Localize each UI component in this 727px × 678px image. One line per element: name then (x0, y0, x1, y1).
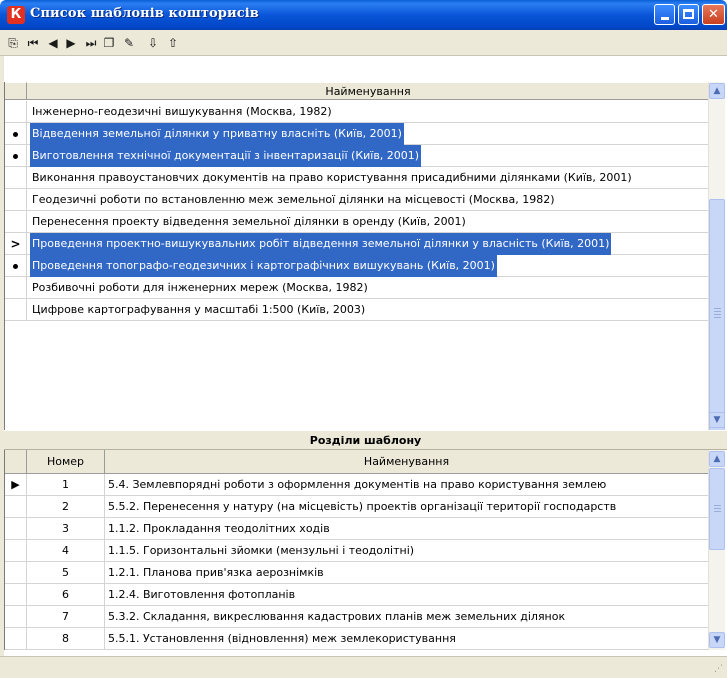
prev-record-icon[interactable]: ◀ (44, 34, 62, 52)
close-icon: ✕ (708, 7, 719, 22)
templates-vertical-scrollbar[interactable]: ▲ ▼ (708, 82, 725, 437)
section-name[interactable]: 5.4. Землевпорядні роботи з оформлення д… (105, 474, 709, 496)
section-name[interactable]: 5.5.1. Установлення (відновлення) меж зе… (105, 628, 709, 650)
template-row[interactable]: Розбивочні роботи для інженерних мереж (… (5, 277, 709, 299)
row-indicator[interactable] (5, 167, 27, 189)
template-row[interactable]: Геодезичні роботи по встановленню меж зе… (5, 189, 709, 211)
section-number[interactable]: 3 (27, 518, 105, 540)
template-name[interactable]: Цифрове картографування у масштабі 1:500… (30, 299, 367, 321)
edit-record-icon[interactable]: ✎ (120, 34, 138, 52)
row-indicator[interactable] (5, 211, 27, 233)
section-number[interactable]: 8 (27, 628, 105, 650)
template-row[interactable]: Виконання правоустановчих документів на … (5, 167, 709, 189)
template-name[interactable]: Проведення проектно-вишукувальних робіт … (30, 233, 612, 255)
sections-vertical-scrollbar[interactable]: ▲ ▼ (708, 450, 725, 650)
section-number[interactable]: 7 (27, 606, 105, 628)
resize-grip-icon[interactable]: ⋰ (713, 664, 723, 674)
last-record-icon[interactable]: ⏭ (82, 34, 100, 52)
row-indicator[interactable] (5, 277, 27, 299)
status-bar: ⋰ (0, 656, 727, 678)
section-number[interactable]: 4 (27, 540, 105, 562)
section-number[interactable]: 5 (27, 562, 105, 584)
scroll-up-icon[interactable]: ▲ (709, 83, 725, 99)
templates-grid[interactable]: Найменування Інженерно-геодезичні вишуку… (4, 82, 709, 430)
copy-record-icon[interactable]: ❐ (100, 34, 118, 52)
title-bar[interactable]: К Список шаблонів кошторисів ✕ (0, 0, 727, 30)
template-row[interactable]: > Проведення проектно-вишукувальних робіт… (5, 233, 709, 255)
section-number[interactable]: 2 (27, 496, 105, 518)
section-name[interactable]: 1.2.4. Виготовлення фотопланів (105, 584, 709, 606)
row-indicator-header (5, 450, 27, 474)
maximize-icon (683, 9, 694, 19)
row-indicator[interactable] (5, 628, 27, 650)
section-row[interactable]: 4 1.1.5. Горизонтальні зйомки (мензульні … (5, 540, 709, 562)
number-column-header[interactable]: Номер (27, 450, 105, 474)
row-indicator[interactable] (5, 299, 27, 321)
template-name[interactable]: Розбивочні роботи для інженерних мереж (… (30, 277, 370, 299)
template-row[interactable]: Цифрове картографування у масштабі 1:500… (5, 299, 709, 321)
section-row[interactable]: 3 1.1.2. Прокладання теодолітних ходів (5, 518, 709, 540)
section-name[interactable]: 1.2.1. Планова прив'язка аерознімків (105, 562, 709, 584)
section-row[interactable]: 8 5.5.1. Установлення (відновлення) меж з… (5, 628, 709, 650)
template-name[interactable]: Виконання правоустановчих документів на … (30, 167, 634, 189)
template-name[interactable]: Виготовлення технічної документації з ін… (30, 145, 422, 167)
toolbar: ⎘ ⏮ ◀ ▶ ⏭ ❐ ✎ ⇩ ⇧ (0, 30, 727, 56)
row-indicator[interactable] (5, 189, 27, 211)
template-name[interactable]: Геодезичні роботи по встановленню меж зе… (30, 189, 557, 211)
section-name[interactable]: 1.1.5. Горизонтальні зйомки (мензульні і… (105, 540, 709, 562)
minimize-icon (660, 17, 669, 20)
current-row-icon[interactable]: > (5, 233, 27, 255)
current-row-icon[interactable]: ▶ (5, 474, 27, 496)
row-indicator-header (5, 82, 27, 100)
section-name[interactable]: 5.5.2. Перенесення у натуру (на місцевіс… (105, 496, 709, 518)
scroll-up-icon[interactable]: ▲ (709, 451, 725, 467)
maximize-button[interactable] (678, 4, 699, 25)
first-record-icon[interactable]: ⏮ (24, 34, 42, 52)
export-icon[interactable]: ⇧ (164, 34, 182, 52)
section-number[interactable]: 6 (27, 584, 105, 606)
template-row[interactable]: Інженерно-геодезичні вишукування (Москва… (5, 101, 709, 123)
sections-grid[interactable]: Номер Найменування ▶ 1 5.4. Землевпорядні … (4, 450, 709, 650)
window-title: Список шаблонів кошторисів (30, 6, 259, 21)
section-number[interactable]: 1 (27, 474, 105, 496)
template-name[interactable]: Відведення земельної ділянки у приватну … (30, 123, 404, 145)
minimize-button[interactable] (654, 4, 675, 25)
template-name[interactable]: Проведення топографо-геодезичних і карто… (30, 255, 497, 277)
template-row[interactable]: Відведення земельної ділянки у приватну … (5, 123, 709, 145)
row-indicator[interactable] (5, 606, 27, 628)
section-row[interactable]: ▶ 1 5.4. Землевпорядні роботи з оформлення… (5, 474, 709, 496)
template-row[interactable]: Виготовлення технічної документації з ін… (5, 145, 709, 167)
scrollbar-thumb[interactable] (709, 468, 725, 550)
template-row[interactable]: Перенесення проекту відведення земельної… (5, 211, 709, 233)
scroll-down-icon[interactable]: ▼ (709, 632, 725, 648)
selected-marker-icon[interactable] (5, 123, 27, 145)
section-name[interactable]: 5.3.2. Складання, викреслювання кадастро… (105, 606, 709, 628)
section-row[interactable]: 5 1.2.1. Планова прив'язка аерознімків (5, 562, 709, 584)
section-row[interactable]: 2 5.5.2. Перенесення у натуру (на місцеві… (5, 496, 709, 518)
import-icon[interactable]: ⇩ (144, 34, 162, 52)
row-indicator[interactable] (5, 562, 27, 584)
section-row[interactable]: 6 1.2.4. Виготовлення фотопланів (5, 584, 709, 606)
template-row[interactable]: Проведення топографо-геодезичних і карто… (5, 255, 709, 277)
selected-marker-icon[interactable] (5, 145, 27, 167)
templates-name-header[interactable]: Найменування (27, 82, 709, 100)
scrollbar-thumb[interactable] (709, 199, 725, 437)
name-column-header[interactable]: Найменування (105, 450, 709, 474)
template-name[interactable]: Інженерно-геодезичні вишукування (Москва… (30, 101, 334, 123)
new-record-icon[interactable]: ⎘ (4, 34, 22, 52)
section-row[interactable]: 7 5.3.2. Складання, викреслювання кадастр… (5, 606, 709, 628)
selected-marker-icon[interactable] (5, 255, 27, 277)
template-name[interactable]: Перенесення проекту відведення земельної… (30, 211, 468, 233)
section-name[interactable]: 1.1.2. Прокладання теодолітних ходів (105, 518, 709, 540)
row-indicator[interactable] (5, 101, 27, 123)
close-button[interactable]: ✕ (702, 4, 725, 25)
scroll-down-icon[interactable]: ▼ (709, 412, 725, 428)
row-indicator[interactable] (5, 518, 27, 540)
row-indicator[interactable] (5, 496, 27, 518)
next-record-icon[interactable]: ▶ (62, 34, 80, 52)
row-indicator[interactable] (5, 584, 27, 606)
sections-title: Розділи шаблону (4, 430, 727, 450)
app-logo-icon: К (7, 6, 25, 24)
row-indicator[interactable] (5, 540, 27, 562)
